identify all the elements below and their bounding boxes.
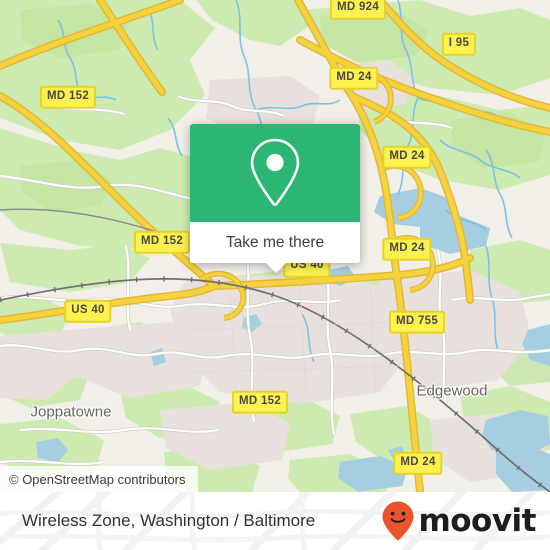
moovit-logo[interactable]: moovit — [381, 492, 536, 550]
road-shield: MD 24 — [329, 66, 379, 90]
footer-title-text: Wireless Zone, Washington / Baltimore — [22, 511, 316, 530]
place-label-edgewood: Edgewood — [416, 382, 488, 400]
moovit-wordmark: moovit — [418, 502, 536, 539]
footer-title: Wireless Zone, Washington / Baltimore — [22, 492, 315, 550]
attribution-text: © OpenStreetMap contributors — [9, 471, 186, 487]
popup-footer[interactable]: Take me there — [190, 222, 360, 263]
road-shield: MD 24 — [393, 451, 443, 475]
road-shield: I 95 — [441, 32, 477, 56]
location-popup-card[interactable]: Take me there — [190, 124, 360, 273]
road-shield: MD 152 — [133, 230, 191, 254]
road-shield: MD 755 — [388, 310, 446, 334]
popup-body: Take me there — [190, 124, 360, 263]
moovit-smiley-pin-icon — [382, 501, 414, 541]
popup-header — [190, 124, 360, 222]
road-shield: MD 152 — [39, 85, 97, 109]
map-attribution: © OpenStreetMap contributors — [0, 466, 198, 492]
take-me-there-label: Take me there — [225, 233, 325, 251]
place-label-joppatowne: Joppatowne — [30, 403, 112, 421]
road-shield: MD 924 — [329, 0, 387, 20]
popup-pointer — [265, 262, 287, 273]
map-screenshot-root: MD 924 I 95 MD 24 MD 152 MD 24 MD 152 MD… — [0, 0, 550, 550]
road-shield: MD 24 — [382, 145, 432, 169]
map-canvas[interactable]: MD 924 I 95 MD 24 MD 152 MD 24 MD 152 MD… — [0, 0, 550, 492]
location-pin-icon — [250, 138, 300, 206]
road-shield: MD 24 — [382, 237, 432, 261]
footer-bar: Wireless Zone, Washington / Baltimore mo… — [0, 492, 550, 550]
road-shield: MD 152 — [231, 390, 289, 414]
road-shield: US 40 — [64, 299, 112, 323]
